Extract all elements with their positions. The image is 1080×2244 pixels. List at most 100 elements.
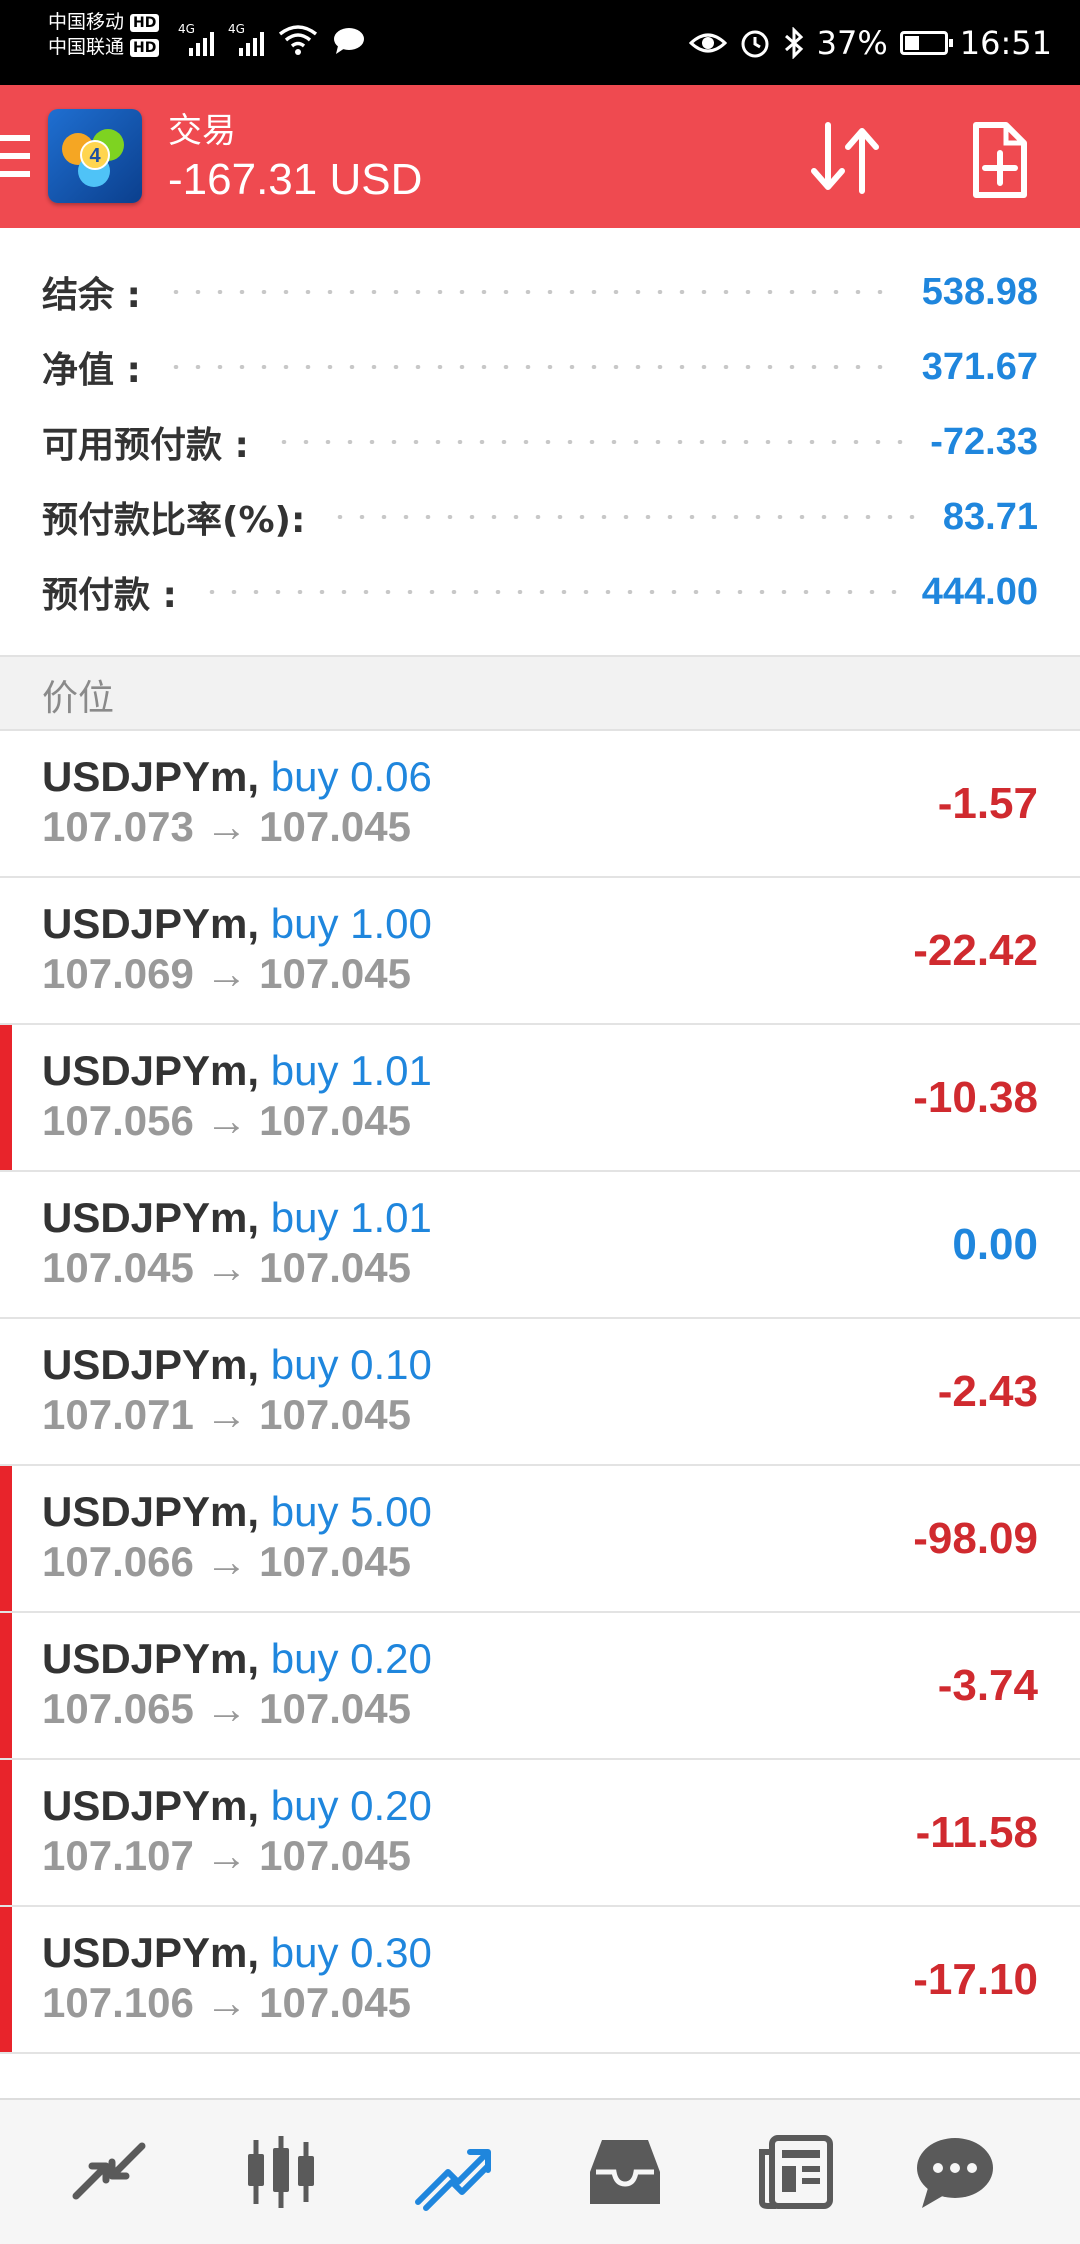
account-summary: 结余 : 538.98 净值 : 371.67 可用预付款 : -72.33 预… bbox=[0, 228, 1080, 656]
position-side-volume: buy 1.01 bbox=[270, 1194, 432, 1241]
position-row[interactable]: USDJPYm, buy 0.20 107.065 → 107.045 -3.7… bbox=[0, 1613, 1080, 1760]
nav-chat[interactable] bbox=[910, 2132, 1000, 2212]
app-logo: 4 bbox=[48, 109, 142, 203]
position-profit: -2.43 bbox=[937, 1367, 1038, 1416]
battery-percent: 37% bbox=[816, 23, 888, 62]
summary-label: 预付款比率(%): bbox=[42, 500, 306, 541]
menu-icon[interactable] bbox=[0, 135, 30, 177]
new-order-icon bbox=[973, 122, 1027, 198]
network-indicators: 4G 4G bbox=[178, 22, 366, 56]
status-bar: 中国移动 HD 中国联通 HD 4G 4G 37% 16:51 bbox=[0, 0, 1080, 85]
position-side-volume: buy 0.10 bbox=[270, 1341, 432, 1388]
position-prices: 107.071 → 107.045 bbox=[42, 1391, 411, 1438]
floating-pl: -167.31 USD bbox=[168, 155, 423, 204]
position-side-volume: buy 1.00 bbox=[270, 900, 432, 947]
position-row[interactable]: USDJPYm, buy 0.30 107.106 → 107.045 -17.… bbox=[0, 1907, 1080, 2054]
position-profit: -1.57 bbox=[937, 779, 1038, 828]
dot-leader bbox=[164, 290, 898, 294]
eye-icon bbox=[688, 33, 727, 52]
position-profit: -3.74 bbox=[937, 1661, 1038, 1710]
position-side-volume: buy 0.30 bbox=[270, 1929, 432, 1976]
summary-balance: 结余 : 538.98 bbox=[42, 262, 1038, 322]
nav-history[interactable] bbox=[580, 2132, 670, 2212]
position-side-volume: buy 0.06 bbox=[270, 753, 432, 800]
clock: 16:51 bbox=[959, 23, 1052, 62]
position-row[interactable]: USDJPYm, buy 0.20 107.107 → 107.045 -11.… bbox=[0, 1760, 1080, 1907]
nav-quotes[interactable] bbox=[64, 2132, 154, 2212]
position-symbol: USDJPYm, bbox=[42, 1635, 260, 1682]
position-row[interactable]: USDJPYm, buy 0.06 107.073 → 107.045 -1.5… bbox=[0, 731, 1080, 878]
chat-icon bbox=[917, 2138, 993, 2208]
position-row[interactable]: USDJPYm, buy 1.01 107.056 → 107.045 -10.… bbox=[0, 1025, 1080, 1172]
summary-margin: 预付款 : 444.00 bbox=[42, 562, 1038, 622]
quotes-icon bbox=[72, 2142, 146, 2200]
alarm-icon bbox=[741, 30, 769, 57]
position-symbol: USDJPYm, bbox=[42, 900, 260, 947]
position-profit: -11.58 bbox=[915, 1808, 1038, 1857]
summary-label: 净值 : bbox=[42, 350, 141, 391]
position-symbol: USDJPYm, bbox=[42, 1341, 260, 1388]
summary-label: 预付款 : bbox=[42, 575, 177, 616]
position-profit: -22.42 bbox=[913, 926, 1038, 975]
nav-trade[interactable] bbox=[408, 2132, 498, 2212]
summary-label: 可用预付款 : bbox=[42, 425, 249, 466]
hd-badge: HD bbox=[130, 38, 160, 57]
new-order-button[interactable] bbox=[956, 115, 1046, 205]
positions-list: USDJPYm, buy 0.06 107.073 → 107.045 -1.5… bbox=[0, 731, 1080, 2054]
positions-section-header: 价位 bbox=[0, 655, 1080, 731]
dot-leader bbox=[164, 365, 898, 369]
nav-news[interactable] bbox=[752, 2132, 842, 2212]
hd-badge: HD bbox=[130, 13, 160, 32]
summary-margin-level: 预付款比率(%): 83.71 bbox=[42, 487, 1038, 547]
position-row[interactable]: USDJPYm, buy 5.00 107.066 → 107.045 -98.… bbox=[0, 1466, 1080, 1613]
position-profit: -17.10 bbox=[913, 1955, 1038, 2004]
position-row[interactable]: USDJPYm, buy 1.01 107.045 → 107.045 0.00 bbox=[0, 1172, 1080, 1319]
position-prices: 107.045 → 107.045 bbox=[42, 1244, 411, 1291]
position-symbol: USDJPYm, bbox=[42, 1047, 260, 1094]
signal-icon: 4G bbox=[178, 22, 214, 56]
section-title: 价位 bbox=[42, 678, 115, 719]
summary-value: 83.71 bbox=[942, 495, 1038, 538]
position-row[interactable]: USDJPYm, buy 0.10 107.071 → 107.045 -2.4… bbox=[0, 1319, 1080, 1466]
position-prices: 107.065 → 107.045 bbox=[42, 1685, 411, 1732]
message-icon bbox=[334, 28, 364, 54]
sort-button[interactable] bbox=[800, 115, 890, 205]
position-side-volume: buy 5.00 bbox=[270, 1488, 432, 1535]
summary-equity: 净值 : 371.67 bbox=[42, 337, 1038, 397]
carrier-info: 中国移动 HD 中国联通 HD bbox=[48, 10, 160, 60]
nav-chart[interactable] bbox=[236, 2132, 326, 2212]
summary-value: 444.00 bbox=[921, 570, 1038, 613]
sort-icon bbox=[811, 122, 879, 194]
trade-icon bbox=[415, 2149, 491, 2211]
app-header: 4 交易 -167.31 USD bbox=[0, 85, 1080, 228]
position-prices: 107.056 → 107.045 bbox=[42, 1097, 411, 1144]
position-prices: 107.107 → 107.045 bbox=[42, 1832, 411, 1879]
dot-leader bbox=[329, 515, 919, 519]
summary-value: -72.33 bbox=[930, 420, 1038, 463]
position-side-volume: buy 0.20 bbox=[270, 1635, 432, 1682]
position-profit: -10.38 bbox=[913, 1073, 1038, 1122]
position-row[interactable]: USDJPYm, buy 1.00 107.069 → 107.045 -22.… bbox=[0, 878, 1080, 1025]
bottom-navigation bbox=[0, 2098, 1080, 2244]
battery-icon bbox=[899, 30, 953, 55]
signal-icon: 4G bbox=[228, 22, 264, 56]
summary-value: 371.67 bbox=[921, 345, 1038, 388]
position-prices: 107.073 → 107.045 bbox=[42, 803, 411, 850]
wifi-icon bbox=[278, 25, 318, 55]
dot-leader bbox=[272, 440, 907, 444]
screen-title: 交易 bbox=[168, 111, 236, 151]
position-side-volume: buy 1.01 bbox=[270, 1047, 432, 1094]
position-profit: -98.09 bbox=[913, 1514, 1038, 1563]
position-prices: 107.106 → 107.045 bbox=[42, 1979, 411, 2026]
position-prices: 107.069 → 107.045 bbox=[42, 950, 411, 997]
position-profit: 0.00 bbox=[952, 1220, 1038, 1269]
logo-text: 4 bbox=[89, 145, 101, 167]
carrier-1: 中国移动 bbox=[48, 11, 125, 33]
position-prices: 107.066 → 107.045 bbox=[42, 1538, 411, 1585]
history-icon bbox=[590, 2140, 660, 2204]
bluetooth-icon bbox=[784, 26, 803, 59]
chart-icon bbox=[248, 2136, 314, 2208]
position-symbol: USDJPYm, bbox=[42, 1782, 260, 1829]
dot-leader bbox=[200, 590, 898, 594]
position-symbol: USDJPYm, bbox=[42, 753, 260, 800]
